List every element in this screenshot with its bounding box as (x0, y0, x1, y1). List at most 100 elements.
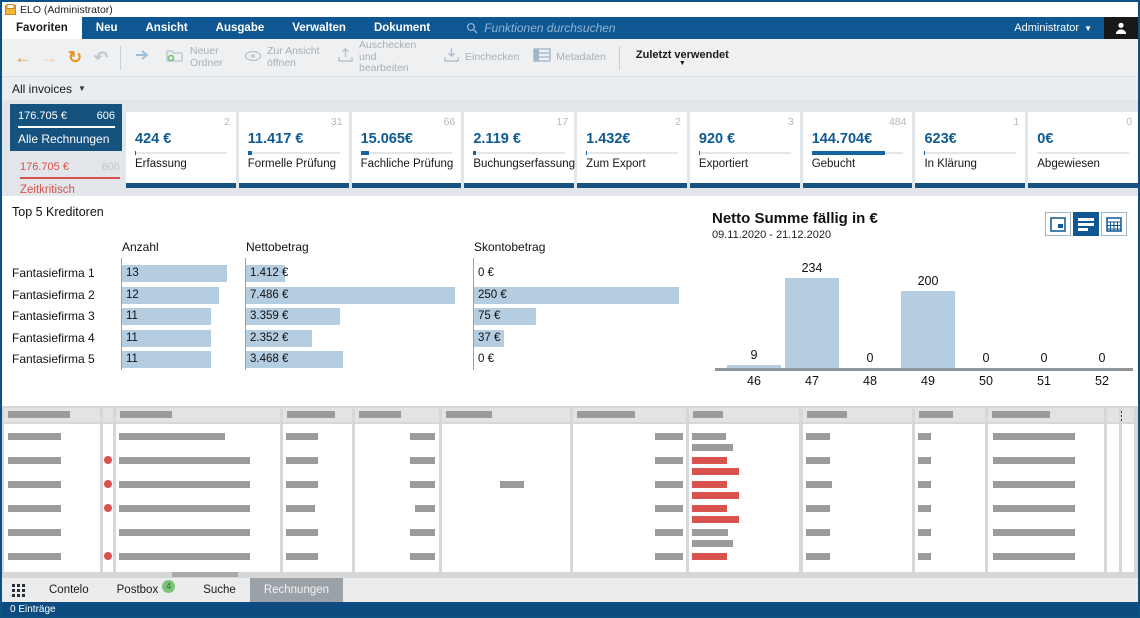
top5-row-label: Fantasiefirma 5 (12, 351, 95, 368)
user-menu[interactable]: Administrator ▼ (1002, 17, 1104, 39)
kpi-card-buchungserfassung[interactable]: 172.119 €Buchungserfassung (464, 112, 574, 188)
placeholder-bar (918, 457, 931, 464)
kpi-card-formelle-pr-fung[interactable]: 3111.417 €Formelle Prüfung (239, 112, 349, 188)
menu-tab-ansicht[interactable]: Ansicht (132, 17, 202, 39)
preview-column-header[interactable] (103, 408, 113, 422)
preview-column-header[interactable] (803, 408, 912, 422)
toolbar-separator (120, 46, 121, 70)
apps-grid-button[interactable] (2, 578, 35, 602)
bottom-tab-contelo[interactable]: Contelo (35, 578, 103, 602)
preview-column-header[interactable] (1122, 408, 1134, 422)
preview-column-header[interactable] (283, 408, 352, 422)
placeholder-bar (692, 433, 726, 440)
placeholder-bar (806, 481, 832, 488)
placeholder-bar (993, 433, 1075, 440)
month-view-button[interactable] (1101, 212, 1127, 236)
kpi-count: 2 (224, 116, 230, 128)
kpi-progress (135, 152, 227, 154)
new-folder-icon (166, 47, 185, 68)
kpi-card-fachliche-pr-fung[interactable]: 6615.065€Fachliche Prüfung (352, 112, 462, 188)
goto-arrow-icon (134, 47, 152, 68)
header-placeholder-bar (120, 411, 172, 418)
recent-used-button[interactable]: Zuletzt verwendet ▼ (636, 49, 729, 66)
day-view-button[interactable] (1045, 212, 1071, 236)
bottom-tab-label: Rechnungen (264, 584, 329, 596)
critical-dot-icon (104, 552, 112, 560)
preview-column-header[interactable] (915, 408, 985, 422)
kpi-card-gebucht[interactable]: 484144.704€Gebucht (803, 112, 913, 188)
placeholder-bar (410, 553, 435, 560)
metadata-icon (533, 48, 551, 67)
chart-x-tick: 49 (898, 374, 958, 388)
kpi-card-accent (803, 183, 913, 188)
kpi-progress (361, 152, 453, 154)
kpi-card-accent (239, 183, 349, 188)
sidebar-item-alle-rechnungen[interactable]: 176.705 € 606 Alle Rechnungen (10, 104, 122, 151)
placeholder-bar (119, 433, 225, 440)
profile-button[interactable] (1104, 17, 1138, 39)
kpi-progress (586, 152, 678, 154)
bottom-tab-label: Contelo (49, 584, 89, 596)
preview-column-header[interactable] (116, 408, 280, 422)
preview-column (689, 408, 799, 572)
kpi-card-zum-export[interactable]: 21.432€Zum Export (577, 112, 687, 188)
h-scrollbar-thumb[interactable] (172, 572, 238, 577)
placeholder-bar (655, 505, 683, 512)
header-placeholder-bar (8, 411, 70, 418)
placeholder-bar (286, 553, 318, 560)
chart-x-tick: 52 (1072, 374, 1132, 388)
kpi-label: Zum Export (586, 158, 645, 170)
preview-column-header[interactable] (1107, 408, 1119, 422)
placeholder-bar (119, 481, 250, 488)
menu-tab-neu[interactable]: Neu (82, 17, 132, 39)
preview-column-header[interactable] (573, 408, 686, 422)
kpi-progress (812, 152, 904, 154)
menu-tab-favoriten[interactable]: Favoriten (2, 17, 82, 39)
toolbar-action-label: Auschecken und bearbeiten (359, 40, 429, 75)
view-selector[interactable]: All invoices (12, 82, 72, 96)
placeholder-bar (806, 529, 830, 536)
kpi-progress (699, 152, 791, 154)
preview-column (355, 408, 439, 572)
function-search[interactable]: Funktionen durchsuchen (466, 17, 615, 39)
kpi-card-abgewiesen[interactable]: 00€Abgewiesen (1028, 112, 1138, 188)
kpi-label: Erfassung (135, 158, 187, 170)
placeholder-bar (806, 433, 830, 440)
bottom-tab-suche[interactable]: Suche (189, 578, 250, 602)
back-arrow-icon[interactable]: ← (10, 44, 36, 72)
placeholder-bar (806, 505, 830, 512)
refresh-icon[interactable]: ↻ (62, 44, 88, 72)
preview-column (803, 408, 912, 572)
preview-column-header[interactable] (689, 408, 799, 422)
preview-column-body (689, 424, 799, 572)
chart-x-axis (715, 368, 1133, 371)
preview-column-body (442, 424, 570, 572)
week-view-button[interactable] (1073, 212, 1099, 236)
sidebar-item-zeitkritisch[interactable]: 176.705 € 606 Zeitkritisch (10, 157, 122, 196)
kpi-progress (248, 152, 340, 154)
kpi-card-in-kl-rung[interactable]: 1623€In Klärung (915, 112, 1025, 188)
chart-bar-week-49 (901, 291, 955, 368)
checkin-icon (443, 47, 460, 68)
kpi-card-erfassung[interactable]: 2424 €Erfassung (126, 112, 236, 188)
status-bar: 0 Einträge (2, 602, 1138, 616)
placeholder-bar (918, 529, 931, 536)
preview-column-header[interactable] (4, 408, 100, 422)
chevron-down-icon: ▼ (78, 84, 86, 93)
bottom-tab-rechnungen[interactable]: Rechnungen (250, 578, 343, 602)
placeholder-bar (8, 553, 61, 560)
kpi-card-exportiert[interactable]: 3920 €Exportiert (690, 112, 800, 188)
kpi-value: 15.065€ (361, 131, 413, 147)
top5-bar-value: 7.486 € (250, 287, 288, 304)
menu-tab-verwalten[interactable]: Verwalten (278, 17, 360, 39)
preview-column-header[interactable] (442, 408, 570, 422)
bottom-tab-postbox[interactable]: Postbox4 (103, 578, 190, 602)
top5-bar-value: 11 (126, 308, 138, 325)
preview-column-header[interactable] (988, 408, 1104, 422)
forward-arrow-icon: → (36, 44, 62, 72)
preview-column-header[interactable] (355, 408, 439, 422)
menu-tab-ausgabe[interactable]: Ausgabe (202, 17, 279, 39)
kpi-value: 623€ (924, 131, 956, 147)
placeholder-bar (692, 516, 739, 523)
menu-tab-dokument[interactable]: Dokument (360, 17, 444, 39)
